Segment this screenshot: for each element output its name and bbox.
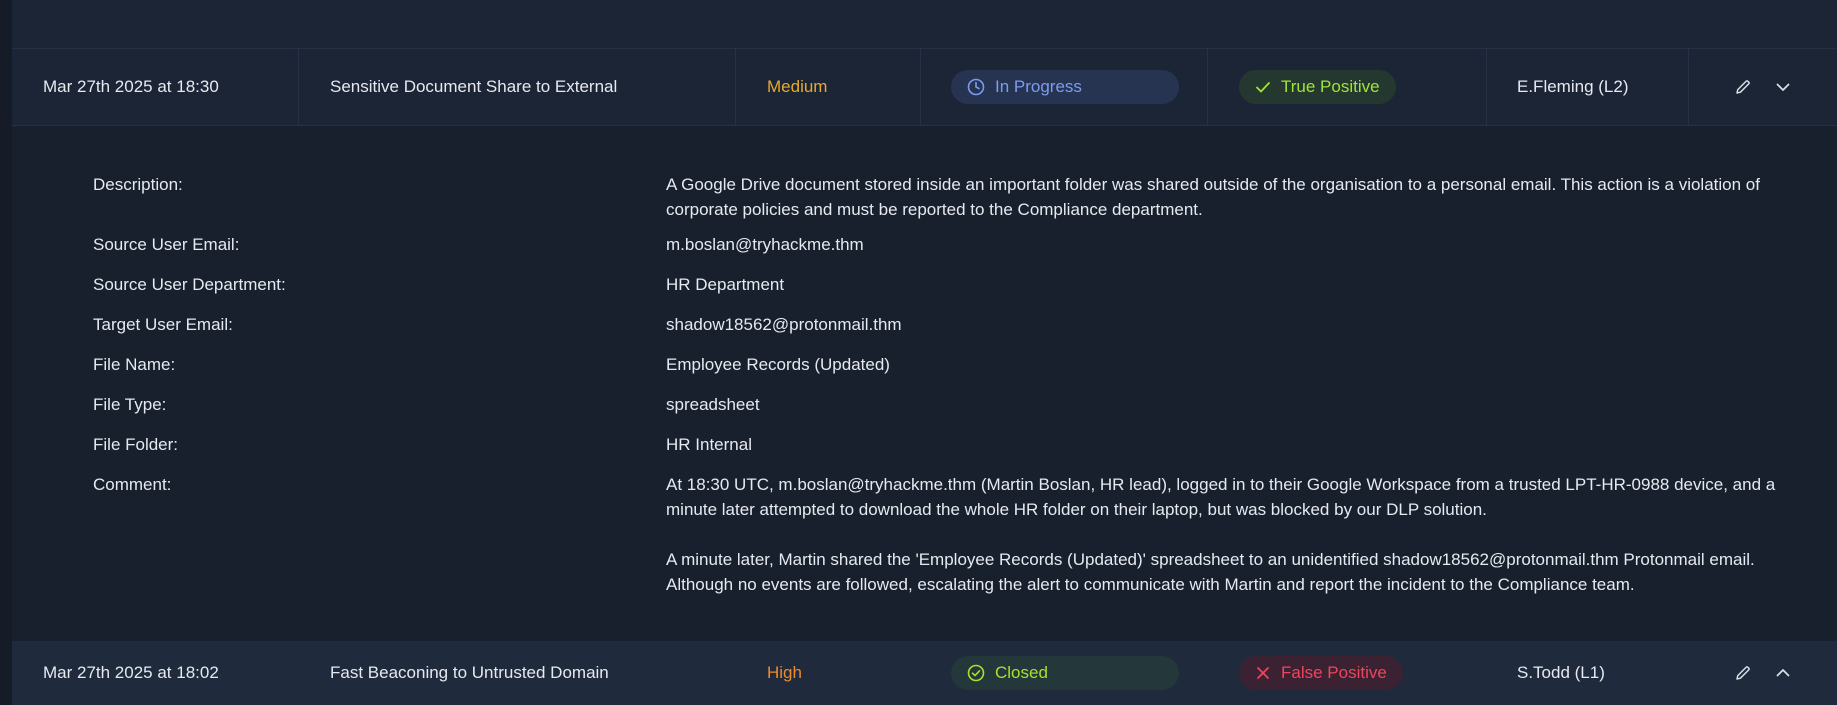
detail-label: Description: bbox=[93, 175, 183, 194]
alert-details-panel: Description: A Google Drive document sto… bbox=[12, 126, 1837, 641]
alerts-table: Mar 27th 2025 at 18:30 Sensitive Documen… bbox=[0, 0, 1837, 705]
status-cell: Closed bbox=[951, 641, 1211, 705]
column-divider bbox=[735, 49, 736, 125]
assignee: E.Fleming (L2) bbox=[1517, 77, 1629, 96]
previous-row-remnant bbox=[12, 0, 1837, 49]
detail-label: File Type: bbox=[93, 395, 167, 414]
pencil-icon[interactable] bbox=[1732, 662, 1754, 684]
detail-value: HR Internal bbox=[666, 435, 752, 454]
column-divider bbox=[1207, 49, 1208, 125]
chevron-down-icon[interactable] bbox=[1772, 76, 1794, 98]
detail-label: Source User Email: bbox=[93, 235, 240, 254]
detail-value: A Google Drive document stored inside an… bbox=[666, 175, 1760, 219]
check-icon bbox=[1255, 79, 1271, 95]
column-divider bbox=[1486, 49, 1487, 125]
detail-value: HR Department bbox=[666, 275, 785, 294]
x-icon bbox=[1255, 665, 1271, 681]
assignee: S.Todd (L1) bbox=[1517, 663, 1605, 682]
column-divider bbox=[920, 49, 921, 125]
row-actions bbox=[1732, 49, 1832, 125]
detail-value: m.boslan@tryhackme.thm bbox=[666, 235, 864, 254]
pencil-icon[interactable] bbox=[1732, 76, 1754, 98]
verdict-label: True Positive bbox=[1281, 77, 1380, 96]
detail-label: Target User Email: bbox=[93, 315, 233, 334]
detail-label: Source User Department: bbox=[93, 275, 286, 294]
clock-icon bbox=[967, 78, 985, 96]
alert-name: Fast Beaconing to Untrusted Domain bbox=[330, 663, 609, 682]
status-badge: In Progress bbox=[951, 70, 1179, 104]
status-label: In Progress bbox=[995, 77, 1082, 96]
verdict-cell: False Positive bbox=[1239, 641, 1489, 705]
detail-label: File Name: bbox=[93, 355, 176, 374]
alert-name: Sensitive Document Share to External bbox=[330, 77, 618, 96]
severity-medium: Medium bbox=[767, 77, 828, 96]
column-divider bbox=[298, 49, 299, 125]
detail-value: shadow18562@protonmail.thm bbox=[666, 315, 902, 334]
check-circle-icon bbox=[967, 664, 985, 682]
row-actions bbox=[1732, 641, 1832, 705]
status-cell: In Progress bbox=[951, 49, 1211, 125]
left-gutter bbox=[0, 0, 12, 705]
status-badge: Closed bbox=[951, 656, 1179, 690]
alert-row[interactable]: Mar 27th 2025 at 18:30 Sensitive Documen… bbox=[12, 49, 1837, 126]
detail-label: Comment: bbox=[93, 475, 172, 494]
status-label: Closed bbox=[995, 663, 1048, 682]
detail-label: File Folder: bbox=[93, 435, 179, 454]
verdict-badge: True Positive bbox=[1239, 70, 1396, 104]
chevron-up-icon[interactable] bbox=[1772, 662, 1794, 684]
alert-date: Mar 27th 2025 at 18:30 bbox=[43, 77, 219, 96]
column-divider bbox=[1688, 49, 1689, 125]
alert-date: Mar 27th 2025 at 18:02 bbox=[43, 663, 219, 682]
detail-value: spreadsheet bbox=[666, 395, 760, 414]
verdict-badge: False Positive bbox=[1239, 656, 1403, 690]
verdict-label: False Positive bbox=[1281, 663, 1387, 682]
detail-value: At 18:30 UTC, m.boslan@tryhackme.thm (Ma… bbox=[666, 475, 1776, 594]
detail-value: Employee Records (Updated) bbox=[666, 355, 890, 374]
severity-high: High bbox=[767, 663, 802, 682]
verdict-cell: True Positive bbox=[1239, 49, 1489, 125]
alert-row[interactable]: Mar 27th 2025 at 18:02 Fast Beaconing to… bbox=[12, 641, 1837, 705]
